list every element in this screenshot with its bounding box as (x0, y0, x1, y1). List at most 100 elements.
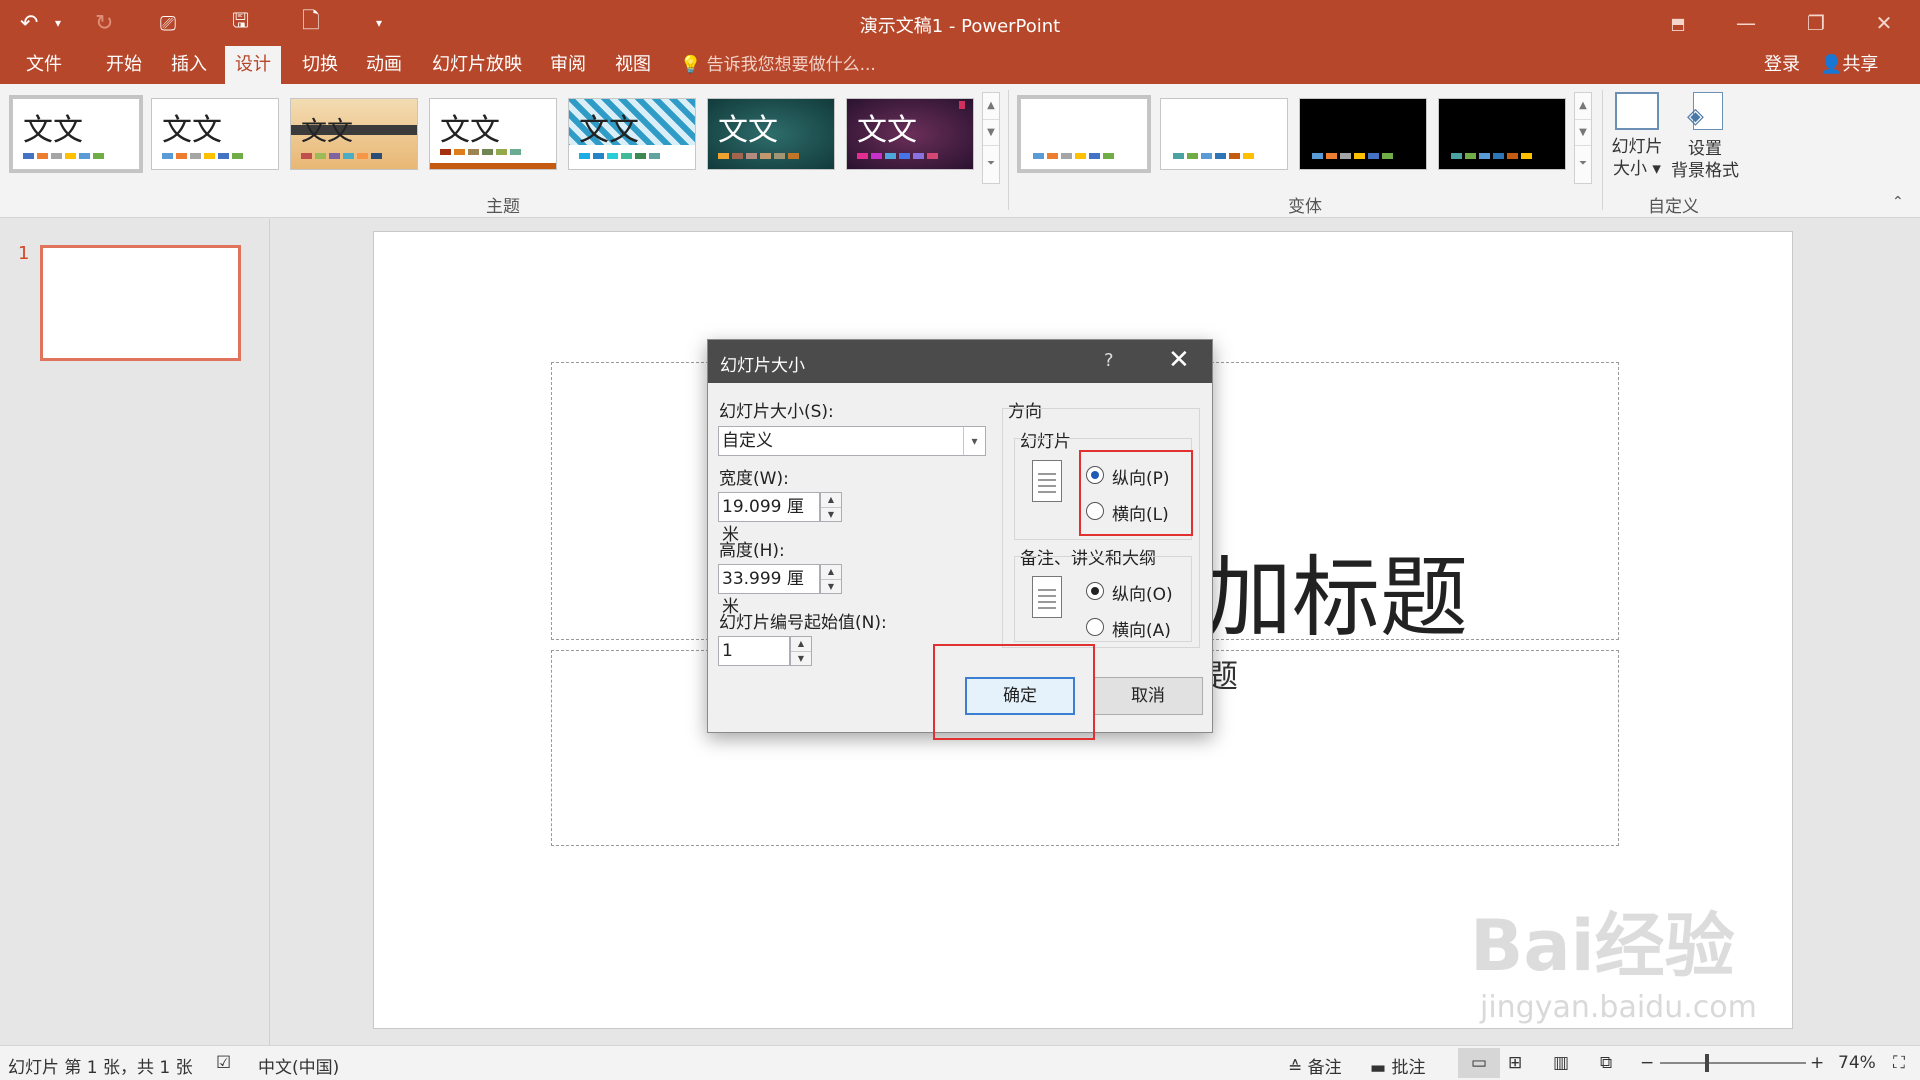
close-window-icon[interactable]: ✕ (1864, 8, 1904, 38)
normal-view-icon[interactable]: ▭ (1458, 1048, 1500, 1078)
variant-1[interactable] (1017, 95, 1151, 173)
zoom-slider-track[interactable] (1660, 1062, 1806, 1064)
themes-group-label: 主题 (486, 197, 520, 217)
theme-sample-text: 文文 (857, 113, 917, 148)
theme-facet[interactable]: 文文 (429, 98, 557, 170)
themes-gallery-scroll[interactable]: ▲ ▼ ⏷ (982, 92, 1000, 184)
collapse-ribbon-icon[interactable]: ⌃ (1892, 194, 1904, 210)
restore-icon[interactable]: ❐ (1796, 8, 1836, 38)
tab-transitions[interactable]: 切换 (292, 46, 348, 84)
tab-animations[interactable]: 动画 (356, 46, 412, 84)
theme-sample-text: 文文 (301, 117, 354, 147)
variant-color-swatches (1451, 153, 1532, 159)
variants-group-label: 变体 (1288, 197, 1322, 217)
gallery-more-icon[interactable]: ⏷ (983, 145, 999, 181)
scroll-down-icon[interactable]: ▼ (1575, 119, 1591, 145)
zoom-out-icon[interactable]: − (1640, 1053, 1654, 1073)
theme-office-2[interactable]: 文文 (151, 98, 279, 170)
scroll-up-icon[interactable]: ▲ (983, 93, 999, 119)
start-number-input[interactable]: 1 (718, 636, 790, 666)
spin-up-icon[interactable]: ▲ (791, 637, 811, 651)
tell-me-search[interactable]: 💡 告诉我您想要做什么... (680, 46, 876, 84)
variants-gallery-scroll[interactable]: ▲ ▼ ⏷ (1574, 92, 1592, 184)
start-number-label: 幻灯片编号起始值(N): (719, 613, 887, 633)
dialog-title-bar: 幻灯片大小 ? ✕ (708, 340, 1212, 383)
height-input[interactable]: 33.999 厘米 (718, 564, 820, 617)
zoom-in-icon[interactable]: + (1810, 1053, 1824, 1073)
thumbnail-number: 1 (18, 243, 30, 264)
tab-view[interactable]: 视图 (605, 46, 661, 84)
slide-size-value: 自定义 (722, 431, 773, 451)
spin-up-icon[interactable]: ▲ (821, 565, 841, 579)
theme-color-swatches (162, 153, 243, 159)
spin-down-icon[interactable]: ▼ (821, 579, 841, 593)
slide-thumbnail[interactable] (40, 245, 241, 361)
theme-sample-text: 文文 (23, 113, 83, 148)
zoom-slider-thumb[interactable] (1705, 1054, 1709, 1072)
tab-file[interactable]: 文件 (16, 46, 72, 84)
theme-color-swatches (857, 153, 938, 159)
scroll-up-icon[interactable]: ▲ (1575, 93, 1591, 119)
slide-thumbnail-pane: 1 (0, 219, 270, 1045)
width-stepper[interactable]: ▲ ▼ (820, 492, 842, 522)
comments-toggle[interactable]: ▬ 批注 (1370, 1053, 1425, 1078)
theme-office[interactable]: 文文 (9, 95, 143, 173)
variant-4[interactable] (1438, 98, 1566, 170)
fit-to-window-icon[interactable]: ⛶ (1893, 1053, 1905, 1073)
notes-label: 备注 (1307, 1058, 1342, 1078)
theme-color-swatches (440, 149, 521, 155)
slide-size-button[interactable]: 幻灯片 大小 ▾ (1606, 92, 1668, 180)
cancel-button[interactable]: 取消 (1093, 677, 1203, 715)
tab-insert[interactable]: 插入 (161, 46, 217, 84)
theme-wood[interactable]: 文文 (290, 98, 418, 170)
lightbulb-icon: 💡 (680, 55, 702, 75)
slide-size-label-1: 幻灯片 (1611, 137, 1663, 157)
notes-landscape-label[interactable]: 横向(A) (1112, 616, 1171, 641)
variant-2[interactable] (1160, 98, 1288, 170)
ribbon-display-options-icon[interactable]: ⬒ (1658, 8, 1698, 38)
theme-purple[interactable]: 文文 (846, 98, 974, 170)
spin-down-icon[interactable]: ▼ (791, 651, 811, 665)
height-stepper[interactable]: ▲ ▼ (820, 564, 842, 594)
title-bar: ↶ ▾ ↻ ⎚ 🖫 🗋 ▾ 演示文稿1 - PowerPoint ⬒ — ❐ ✕ (0, 0, 1920, 46)
theme-color-swatches (718, 153, 799, 159)
gallery-more-icon[interactable]: ⏷ (1575, 145, 1591, 181)
chevron-down-icon[interactable]: ▾ (963, 427, 985, 455)
tab-design[interactable]: 设计 (225, 46, 281, 84)
notes-portrait-radio[interactable] (1086, 582, 1104, 600)
help-button[interactable]: ? (1104, 350, 1114, 371)
tab-review[interactable]: 审阅 (540, 46, 596, 84)
variant-color-swatches (1173, 153, 1254, 159)
ribbon-separator (1008, 90, 1009, 210)
start-number-stepper[interactable]: ▲ ▼ (790, 636, 812, 666)
spin-down-icon[interactable]: ▼ (821, 507, 841, 521)
notes-landscape-radio[interactable] (1086, 618, 1104, 636)
minimize-icon[interactable]: — (1726, 8, 1766, 38)
close-icon[interactable]: ✕ (1168, 345, 1190, 375)
scroll-down-icon[interactable]: ▼ (983, 119, 999, 145)
share-button[interactable]: 👤共享 (1820, 46, 1878, 84)
spell-check-icon[interactable]: ☑ (216, 1053, 231, 1073)
tab-slideshow[interactable]: 幻灯片放映 (422, 46, 532, 84)
notes-toggle[interactable]: ≙ 备注 (1288, 1053, 1342, 1078)
slideshow-view-icon[interactable]: ⧉ (1600, 1053, 1612, 1073)
ribbon-design: 文文 文文 文文 文文 文文 文文 文文 ▲ ▼ ⏷ 主题 ▲ ▼ ⏷ 变体 幻灯片 大… (0, 84, 1920, 218)
theme-color-swatches (579, 153, 660, 159)
format-background-button[interactable]: ◈ 设置 背景格式 (1668, 92, 1742, 182)
zoom-level[interactable]: 74% (1838, 1053, 1876, 1073)
language-status[interactable]: 中文(中国) (258, 1053, 339, 1078)
notes-portrait-label[interactable]: 纵向(O) (1112, 580, 1173, 605)
slide-size-select[interactable]: 自定义 ▾ (718, 426, 986, 456)
title-placeholder-text: 加标题 (1204, 546, 1469, 649)
slide-sorter-icon[interactable]: ⊞ (1508, 1053, 1522, 1073)
tab-home[interactable]: 开始 (96, 46, 152, 84)
theme-facet-band (430, 163, 556, 169)
login-link[interactable]: 登录 (1764, 46, 1800, 84)
theme-teal[interactable]: 文文 (707, 98, 835, 170)
reading-view-icon[interactable]: ▥ (1553, 1053, 1569, 1073)
spin-up-icon[interactable]: ▲ (821, 493, 841, 507)
width-input[interactable]: 19.099 厘米 (718, 492, 820, 545)
comments-label: 批注 (1391, 1058, 1426, 1078)
variant-3[interactable] (1299, 98, 1427, 170)
theme-pattern[interactable]: 文文 (568, 98, 696, 170)
